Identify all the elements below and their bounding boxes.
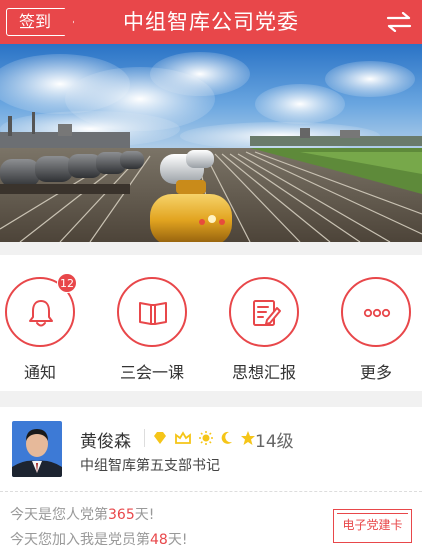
railway-photo	[0, 44, 422, 242]
name-divider	[144, 429, 145, 447]
profile-role: 中组智库第五支部书记	[80, 458, 220, 474]
thought-report-action[interactable]: 思想汇报	[224, 277, 304, 387]
profile-divider	[0, 491, 422, 492]
party-days-line: 今天是您人党第365天!	[10, 504, 154, 524]
level-badges	[152, 428, 256, 448]
bell-icon	[29, 300, 53, 327]
crown-icon	[175, 431, 191, 444]
member-days-suffix: 天!	[167, 532, 188, 548]
quick-actions-panel: 12 通知 三会一课 思想汇报 更多	[0, 255, 422, 391]
thought-report-circle[interactable]	[229, 277, 299, 347]
thought-report-label: 思想汇报	[231, 363, 296, 382]
moon-icon	[221, 431, 232, 444]
profile-name: 黄俊森	[80, 432, 131, 452]
party-days-prefix: 今天是您人党第	[10, 507, 108, 523]
more-dots-icon	[363, 308, 391, 318]
star-icon	[241, 431, 255, 445]
avatar-portrait	[12, 421, 62, 477]
diamond-icon	[154, 432, 166, 444]
more-circle[interactable]	[341, 277, 411, 347]
notification-label: 通知	[23, 363, 56, 382]
notification-badge: 12	[57, 273, 77, 293]
profile-card: 黄俊森 14级 中组智库第五支部书记 今天是您人党第365天! 今天您加入我是党…	[0, 407, 422, 557]
party-card-button[interactable]: 电子党建卡	[333, 509, 412, 543]
three-meetings-label: 三会一课	[119, 363, 184, 382]
page-title: 中组智库公司党委	[123, 10, 299, 34]
three-meetings-action[interactable]: 三会一课	[112, 277, 192, 387]
level-text: 14级	[255, 432, 294, 452]
edit-document-icon	[253, 300, 281, 326]
banner-image[interactable]	[0, 44, 422, 242]
book-icon	[139, 302, 167, 325]
notification-circle[interactable]: 12	[5, 273, 77, 347]
member-days-prefix: 今天您加入我是党员第	[10, 532, 150, 548]
party-days-suffix: 天!	[134, 507, 155, 523]
member-days-value: 48	[150, 532, 168, 548]
three-meetings-circle[interactable]	[117, 277, 187, 347]
party-days-value: 365	[108, 507, 135, 523]
more-action[interactable]: 更多	[336, 277, 416, 387]
switch-icon[interactable]	[386, 12, 412, 32]
avatar[interactable]	[12, 421, 62, 477]
more-label: 更多	[359, 363, 392, 382]
member-days-line: 今天您加入我是党员第48天!	[10, 529, 187, 549]
notification-action[interactable]: 12 通知	[0, 273, 80, 387]
sun-icon	[199, 431, 213, 445]
top-bar: 签到 中组智库公司党委	[0, 0, 422, 44]
